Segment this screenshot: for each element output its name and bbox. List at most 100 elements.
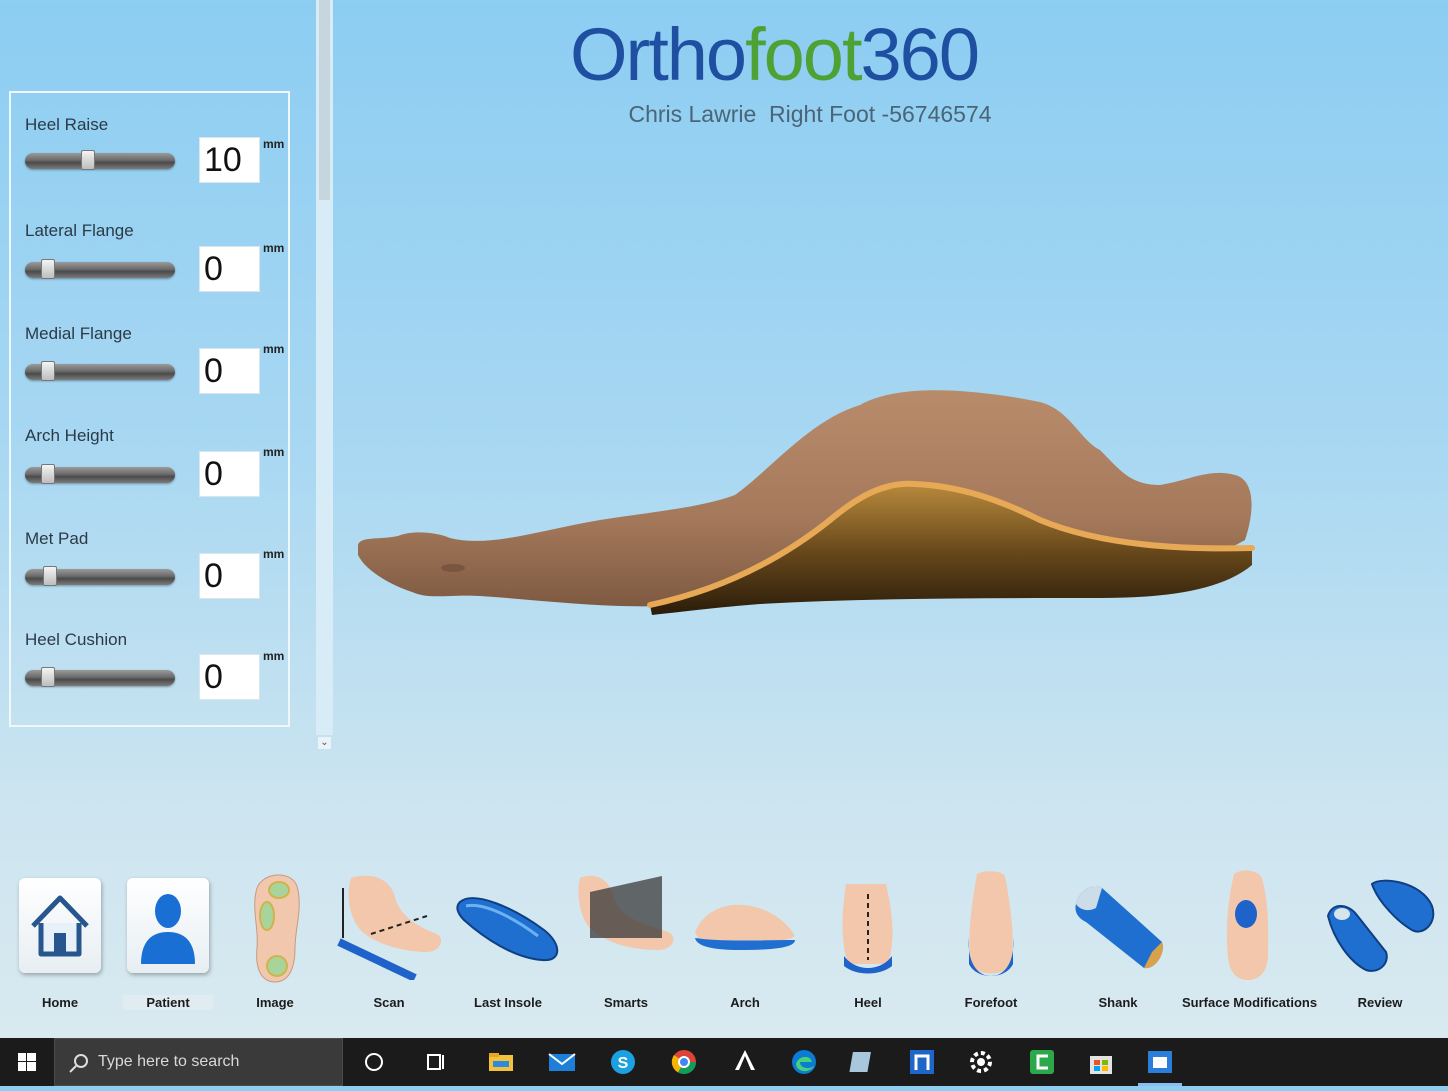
tool-last-insole[interactable]: Last Insole xyxy=(452,860,564,1020)
logo-ortho: Ortho xyxy=(570,13,747,96)
search-placeholder: Type here to search xyxy=(98,1053,240,1070)
tool-shank[interactable]: Shank xyxy=(1066,860,1170,1020)
orthofoot-taskbar-icon[interactable] xyxy=(1144,1046,1176,1078)
heel-icon xyxy=(836,880,900,981)
heel-cushion-slider[interactable] xyxy=(25,667,175,687)
tool-patient[interactable]: Patient xyxy=(123,860,213,1020)
cortana-icon[interactable] xyxy=(358,1046,390,1078)
unit-label: mm xyxy=(263,342,285,356)
tool-smarts[interactable]: Smarts xyxy=(574,860,678,1020)
tool-heel[interactable]: Heel xyxy=(828,860,908,1020)
foot-3d-viewport[interactable] xyxy=(340,360,1270,640)
tool-review[interactable]: Review xyxy=(1310,860,1448,1020)
control-label: Medial Flange xyxy=(25,324,132,343)
scroll-thumb[interactable] xyxy=(319,0,330,200)
met-pad-slider[interactable] xyxy=(25,566,175,586)
tool-forefoot[interactable]: Forefoot xyxy=(950,860,1032,1020)
patient-icon xyxy=(127,878,209,973)
arch-icon xyxy=(691,896,799,961)
mail-icon[interactable] xyxy=(546,1046,578,1078)
medial-flange-slider[interactable] xyxy=(25,361,175,381)
file-explorer-icon[interactable] xyxy=(485,1046,517,1078)
tool-label: Scan xyxy=(373,995,405,1010)
tool-label: Smarts xyxy=(603,995,649,1010)
surface-modifications-icon xyxy=(1218,868,1278,987)
modification-panel: Heel Raise 10 mm Lateral Flange 0 mm Med… xyxy=(9,91,290,727)
windows-logo-icon xyxy=(18,1053,36,1071)
store-icon[interactable] xyxy=(1085,1046,1117,1078)
control-label: Lateral Flange xyxy=(25,221,134,240)
app-logo: Orthofoot360 xyxy=(570,10,1040,100)
unit-label: mm xyxy=(263,241,285,255)
heel-raise-slider[interactable] xyxy=(25,150,175,170)
forefoot-icon xyxy=(961,868,1021,985)
slider-thumb[interactable] xyxy=(41,464,55,484)
control-label: Heel Cushion xyxy=(25,630,128,649)
scroll-down-button[interactable]: ⌄ xyxy=(318,737,331,749)
control-label: Arch Height xyxy=(25,426,114,445)
lateral-flange-value[interactable]: 0 xyxy=(199,246,260,292)
control-medial-flange: Medial Flange 0 mm xyxy=(25,324,290,424)
camtasia-icon[interactable] xyxy=(1026,1046,1058,1078)
workflow-toolbar: Home Patient Image Scan Last Insole Smar… xyxy=(0,860,1448,1020)
tool-image[interactable]: Image xyxy=(240,860,310,1020)
unit-label: mm xyxy=(263,445,285,459)
tool-surface-modifications[interactable]: Surface Modifications xyxy=(1182,860,1317,1020)
orthofoot-app: Orthofoot360 Chris Lawrie Right Foot -56… xyxy=(0,0,1448,1038)
start-button[interactable] xyxy=(0,1038,54,1086)
met-pad-value[interactable]: 0 xyxy=(199,553,260,599)
tool-scan[interactable]: Scan xyxy=(330,860,448,1020)
edge-icon[interactable] xyxy=(788,1046,820,1078)
control-met-pad: Met Pad 0 mm xyxy=(25,529,290,629)
arch-height-value[interactable]: 0 xyxy=(199,451,260,497)
heel-raise-value[interactable]: 10 xyxy=(199,137,260,183)
unit-label: mm xyxy=(263,649,285,663)
tool-arch[interactable]: Arch xyxy=(690,860,800,1020)
unit-label: mm xyxy=(263,137,285,151)
foot-image-icon xyxy=(245,868,305,991)
tablet-app-icon[interactable] xyxy=(847,1046,879,1078)
slider-thumb[interactable] xyxy=(43,566,58,586)
control-heel-cushion: Heel Cushion 0 mm xyxy=(25,630,290,730)
lateral-flange-slider[interactable] xyxy=(25,259,175,279)
toe-nail xyxy=(441,564,465,572)
slider-thumb[interactable] xyxy=(41,667,55,687)
tool-label: Review xyxy=(1357,995,1403,1010)
arch-height-slider[interactable] xyxy=(25,464,175,484)
task-view-icon[interactable] xyxy=(420,1046,452,1078)
logo-foot: foot xyxy=(745,13,862,96)
app-n-icon[interactable] xyxy=(906,1046,938,1078)
skype-icon[interactable]: S xyxy=(607,1046,639,1078)
inkscape-icon[interactable] xyxy=(729,1046,761,1078)
chrome-icon[interactable] xyxy=(668,1046,700,1078)
settings-gear-icon[interactable] xyxy=(965,1046,997,1078)
tool-home[interactable]: Home xyxy=(15,860,105,1020)
control-heel-raise: Heel Raise 10 mm xyxy=(25,115,290,215)
scan-icon xyxy=(331,868,447,985)
medial-flange-value[interactable]: 0 xyxy=(199,348,260,394)
tool-label: Shank xyxy=(1098,995,1138,1010)
slider-thumb[interactable] xyxy=(41,259,55,279)
home-icon xyxy=(19,878,101,973)
tool-label: Image xyxy=(256,995,294,1010)
insole-icon xyxy=(454,888,562,971)
logo-360: 360 xyxy=(860,13,980,96)
svg-text:S: S xyxy=(618,1055,629,1072)
tool-label: Last Insole xyxy=(474,995,542,1010)
taskbar-search-box[interactable]: Type here to search xyxy=(54,1038,343,1086)
slider-thumb[interactable] xyxy=(41,361,55,381)
patient-subtitle: Chris Lawrie Right Foot -56746574 xyxy=(628,101,992,127)
search-icon xyxy=(69,1054,88,1073)
slider-thumb[interactable] xyxy=(80,150,95,170)
control-label: Met Pad xyxy=(25,529,89,548)
tool-label: Patient xyxy=(123,995,213,1010)
control-label: Heel Raise xyxy=(25,115,109,134)
control-arch-height: Arch Height 0 mm xyxy=(25,426,290,526)
shank-icon xyxy=(1068,878,1168,979)
windows-taskbar: Type here to search S xyxy=(0,1038,1448,1086)
review-icon xyxy=(1322,876,1438,981)
tool-label: Home xyxy=(41,995,79,1010)
panel-scrollbar[interactable]: ⌄ xyxy=(316,0,333,750)
heel-cushion-value[interactable]: 0 xyxy=(199,654,260,700)
control-lateral-flange: Lateral Flange 0 mm xyxy=(25,221,290,321)
